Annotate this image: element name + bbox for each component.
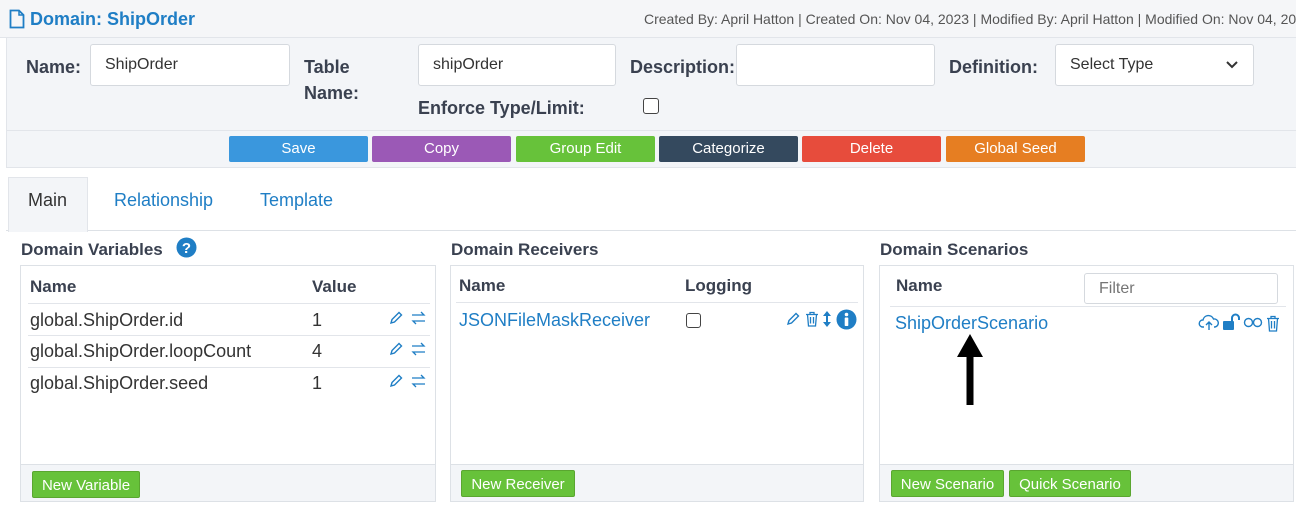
- row-divider: [890, 306, 1286, 307]
- variable-name: global.ShipOrder.loopCount: [30, 341, 252, 361]
- variable-value: 1: [312, 310, 323, 330]
- enforce-type-checkbox[interactable]: [643, 98, 659, 114]
- pointer-arrow-annotation: [957, 334, 983, 405]
- group-edit-button[interactable]: Group Edit: [516, 136, 655, 162]
- new-receiver-button[interactable]: New Receiver: [461, 470, 575, 497]
- help-icon[interactable]: ?: [176, 237, 197, 258]
- description-input[interactable]: [736, 44, 935, 86]
- delete-button[interactable]: Delete: [802, 136, 941, 162]
- edit-icon[interactable]: [388, 341, 404, 357]
- new-scenario-button[interactable]: New Scenario: [891, 470, 1004, 497]
- quick-scenario-button[interactable]: Quick Scenario: [1009, 470, 1131, 497]
- sort-arrows-icon[interactable]: [822, 310, 832, 328]
- scenario-link[interactable]: ShipOrderScenario: [895, 313, 1048, 334]
- table-name-label-line2: Name:: [304, 83, 360, 103]
- trash-icon[interactable]: [1266, 315, 1280, 332]
- info-icon[interactable]: [836, 309, 857, 330]
- definition-select[interactable]: Select Type: [1055, 44, 1254, 86]
- row-divider: [28, 303, 430, 304]
- trash-icon[interactable]: [805, 311, 819, 327]
- swap-icon[interactable]: [410, 373, 427, 389]
- audit-info: Created By: April Hatton | Created On: N…: [644, 11, 1296, 27]
- scenario-filter-input[interactable]: [1084, 273, 1278, 304]
- edit-icon[interactable]: [785, 311, 801, 327]
- copy-button[interactable]: Copy: [372, 136, 511, 162]
- page-title: Domain: ShipOrder: [30, 9, 196, 29]
- chevron-down-icon: [1226, 61, 1238, 69]
- logging-checkbox[interactable]: [686, 313, 701, 328]
- receivers-section-title: Domain Receivers: [451, 240, 599, 259]
- scenarios-section-title: Domain Scenarios: [880, 240, 1029, 259]
- global-seed-button[interactable]: Global Seed: [946, 136, 1085, 162]
- edit-icon[interactable]: [388, 373, 404, 389]
- table-name-label: Table Name:: [304, 54, 359, 106]
- swap-icon[interactable]: [410, 341, 427, 357]
- variable-name: global.ShipOrder.seed: [30, 373, 209, 393]
- categorize-button[interactable]: Categorize: [659, 136, 798, 162]
- definition-select-value: Select Type: [1070, 56, 1154, 73]
- row-divider: [456, 302, 858, 303]
- row-divider: [28, 335, 430, 336]
- document-icon: [9, 9, 25, 29]
- cloud-upload-icon[interactable]: [1198, 314, 1220, 332]
- definition-label: Definition:: [949, 57, 1038, 77]
- edit-icon[interactable]: [388, 310, 404, 326]
- unlock-icon[interactable]: [1222, 313, 1241, 332]
- description-label: Description:: [630, 57, 736, 77]
- table-name-label-line1: Table: [304, 57, 350, 77]
- new-variable-button[interactable]: New Variable: [32, 471, 140, 498]
- variable-name: global.ShipOrder.id: [30, 310, 184, 330]
- variables-col-value: Value: [312, 277, 357, 296]
- variable-value: 4: [312, 341, 323, 361]
- enforce-type-label: Enforce Type/Limit:: [418, 98, 585, 118]
- variables-section-title: Domain Variables: [21, 240, 163, 259]
- name-input[interactable]: [90, 44, 290, 86]
- receivers-col-name: Name: [459, 276, 506, 295]
- variable-value: 1: [312, 373, 323, 393]
- save-button[interactable]: Save: [229, 136, 368, 162]
- tab-main[interactable]: Main: [28, 190, 67, 211]
- svg-text:?: ?: [182, 240, 191, 257]
- tab-relationship[interactable]: Relationship: [114, 190, 213, 211]
- infinity-icon[interactable]: [1243, 317, 1263, 328]
- variables-col-name: Name: [30, 277, 77, 296]
- table-name-input[interactable]: [418, 44, 616, 86]
- row-divider: [28, 367, 430, 368]
- swap-icon[interactable]: [410, 310, 427, 326]
- scenarios-col-name: Name: [896, 276, 943, 295]
- name-label: Name:: [26, 57, 82, 77]
- receiver-link[interactable]: JSONFileMaskReceiver: [459, 310, 650, 331]
- receivers-col-logging: Logging: [685, 276, 753, 295]
- tab-template[interactable]: Template: [260, 190, 333, 211]
